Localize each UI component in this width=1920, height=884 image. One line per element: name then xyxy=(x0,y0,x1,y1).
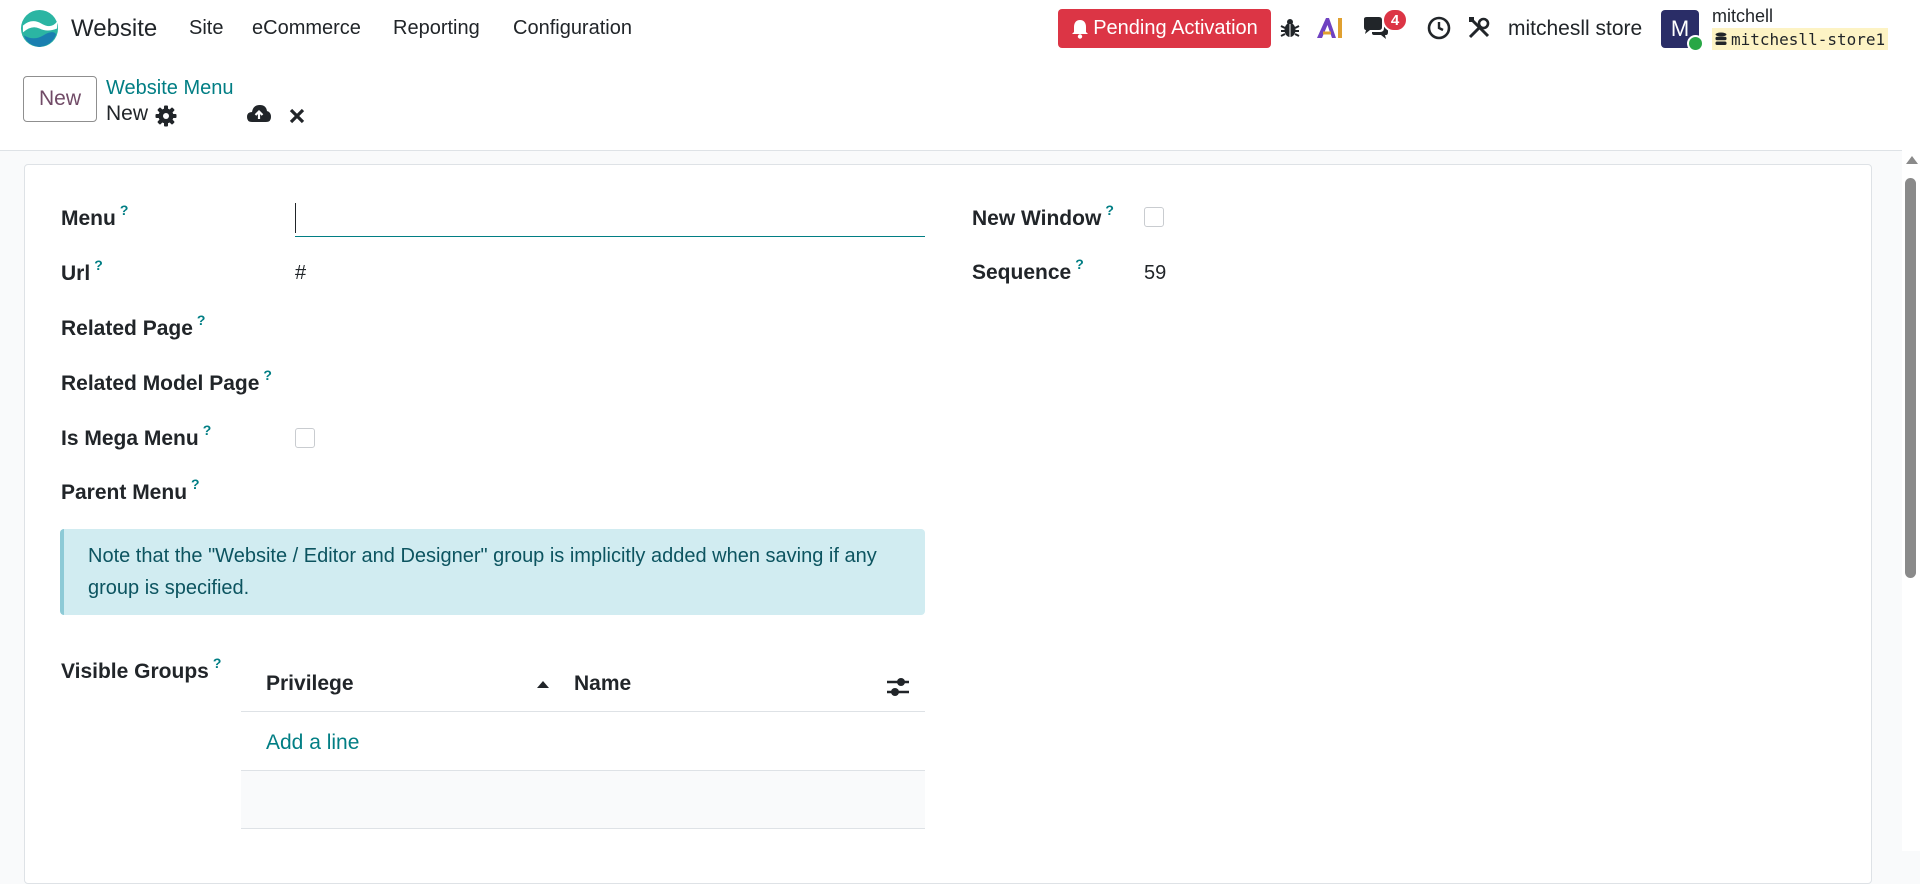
database-tag: mitchesll-store1 xyxy=(1712,28,1889,50)
menu-site[interactable]: Site xyxy=(189,17,223,40)
menu-ecommerce[interactable]: eCommerce xyxy=(252,17,361,40)
visible-groups-label: Visible Groups? xyxy=(61,655,222,683)
tools-icon[interactable] xyxy=(1465,14,1493,42)
database-icon xyxy=(1715,32,1727,45)
sort-up-icon[interactable] xyxy=(537,680,549,688)
menu-label: Menu? xyxy=(61,202,129,230)
groups-table-header: Privilege Name xyxy=(241,662,925,712)
help-tooltip-icon[interactable]: ? xyxy=(203,422,212,438)
parent-menu-label: Parent Menu? xyxy=(61,476,200,504)
pending-activation-label: Pending Activation xyxy=(1093,17,1258,39)
scroll-up-arrow-icon[interactable] xyxy=(1906,156,1918,164)
text-cursor xyxy=(295,203,296,233)
is-mega-menu-label: Is Mega Menu? xyxy=(61,422,212,450)
bell-icon xyxy=(1072,19,1089,39)
help-tooltip-icon[interactable]: ? xyxy=(1075,256,1084,272)
ai-icon[interactable] xyxy=(1316,14,1344,42)
scrollbar-thumb[interactable] xyxy=(1905,178,1916,578)
clock-icon[interactable] xyxy=(1425,14,1453,42)
menu-configuration[interactable]: Configuration xyxy=(513,17,632,40)
column-settings-icon[interactable] xyxy=(886,676,910,698)
help-tooltip-icon[interactable]: ? xyxy=(94,257,103,273)
close-icon[interactable] xyxy=(284,103,310,129)
related-page-label: Related Page? xyxy=(61,312,206,340)
add-a-line-link[interactable]: Add a line xyxy=(266,731,359,755)
website-logo-icon[interactable] xyxy=(20,9,59,48)
new-window-label: New Window? xyxy=(972,202,1114,230)
help-tooltip-icon[interactable]: ? xyxy=(263,367,272,383)
pending-activation-button[interactable]: Pending Activation xyxy=(1058,9,1271,48)
sequence-label: Sequence? xyxy=(972,256,1084,284)
help-tooltip-icon[interactable]: ? xyxy=(1105,202,1114,218)
message-count-badge: 4 xyxy=(1382,8,1408,32)
is-mega-menu-checkbox[interactable] xyxy=(295,428,315,448)
user-name[interactable]: mitchell xyxy=(1712,6,1773,27)
new-window-checkbox[interactable] xyxy=(1144,207,1164,227)
menu-reporting[interactable]: Reporting xyxy=(393,17,480,40)
company-switcher[interactable]: mitchesll store xyxy=(1508,17,1642,41)
url-label: Url? xyxy=(61,257,103,285)
help-tooltip-icon[interactable]: ? xyxy=(191,476,200,492)
help-tooltip-icon[interactable]: ? xyxy=(213,655,222,671)
table-row xyxy=(241,771,925,829)
online-status-indicator xyxy=(1687,35,1704,52)
app-name[interactable]: Website xyxy=(71,15,157,43)
info-alert: Note that the "Website / Editor and Desi… xyxy=(60,529,925,615)
menu-input[interactable] xyxy=(295,200,925,237)
cloud-upload-icon[interactable] xyxy=(245,101,273,127)
bug-icon[interactable] xyxy=(1276,14,1304,42)
breadcrumb-current: New xyxy=(106,102,149,125)
gear-icon[interactable] xyxy=(153,103,179,129)
database-name: mitchesll-store1 xyxy=(1731,29,1886,49)
help-tooltip-icon[interactable]: ? xyxy=(197,312,206,328)
sequence-field[interactable]: 59 xyxy=(1144,262,1166,285)
column-privilege[interactable]: Privilege xyxy=(266,672,354,696)
top-navbar: Website Site eCommerce Reporting Configu… xyxy=(0,0,1920,58)
column-name[interactable]: Name xyxy=(574,672,631,696)
new-button[interactable]: New xyxy=(23,76,97,122)
related-model-page-label: Related Model Page? xyxy=(61,367,272,395)
breadcrumb-website-menu[interactable]: Website Menu xyxy=(106,77,233,100)
url-field[interactable]: # xyxy=(295,262,306,285)
help-tooltip-icon[interactable]: ? xyxy=(120,202,129,218)
